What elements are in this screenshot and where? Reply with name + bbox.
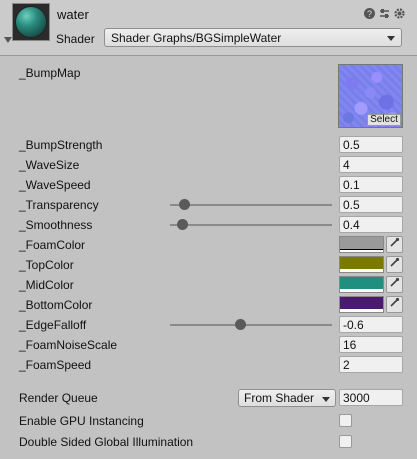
foam-noise-scale-label: _FoamNoiseScale (19, 338, 118, 352)
help-icon[interactable]: ? (363, 7, 376, 20)
wave-size-label: _WaveSize (19, 158, 80, 172)
double-sided-gi-checkbox[interactable] (339, 435, 352, 448)
bumpmap-label: _BumpMap (19, 66, 81, 80)
material-name: water (57, 7, 89, 22)
foam-speed-field[interactable]: 2 (339, 356, 403, 373)
wave-size-field[interactable]: 4 (339, 156, 403, 173)
top-color-swatch[interactable] (339, 256, 384, 273)
render-queue-label: Render Queue (19, 391, 98, 405)
shader-dropdown[interactable]: Shader Graphs/BGSimpleWater (104, 28, 402, 47)
smoothness-slider-track[interactable] (170, 224, 332, 226)
bottom-color-label: _BottomColor (19, 298, 93, 312)
bump-strength-label: _BumpStrength (19, 138, 103, 152)
material-preview-sphere (15, 6, 47, 38)
bumpmap-select-button[interactable]: Select (367, 114, 401, 126)
top-color-label: _TopColor (19, 258, 74, 272)
gpu-instancing-label: Enable GPU Instancing (19, 414, 144, 428)
foam-speed-label: _FoamSpeed (19, 358, 92, 372)
chevron-down-icon (387, 36, 395, 41)
chevron-down-icon (322, 397, 330, 402)
smoothness-field[interactable]: 0.4 (339, 216, 403, 233)
render-queue-field[interactable]: 3000 (339, 389, 403, 406)
bump-strength-field[interactable]: 0.5 (339, 136, 403, 153)
transparency-field[interactable]: 0.5 (339, 196, 403, 213)
smoothness-slider-thumb[interactable] (176, 219, 188, 230)
edge-falloff-slider-thumb[interactable] (235, 319, 247, 330)
transparency-label: _Transparency (19, 198, 99, 212)
svg-text:?: ? (367, 9, 372, 19)
double-sided-gi-label: Double Sided Global Illumination (19, 435, 194, 449)
mid-color-label: _MidColor (19, 278, 74, 292)
smoothness-label: _Smoothness (19, 218, 93, 232)
foldout-arrow-icon[interactable] (4, 37, 12, 43)
render-queue-mode: From Shader (244, 391, 315, 405)
transparency-slider-thumb[interactable] (178, 199, 190, 210)
foam-color-swatch[interactable] (339, 236, 384, 253)
foam-color-label: _FoamColor (19, 238, 86, 252)
preset-icon[interactable] (378, 7, 391, 20)
bottom-color-swatch[interactable] (339, 296, 384, 313)
material-header: water ? Shader Shader Graphs/BGSimpleWat… (0, 0, 417, 56)
gpu-instancing-checkbox[interactable] (339, 414, 352, 427)
eyedropper-icon[interactable] (386, 236, 403, 253)
eyedropper-icon[interactable] (386, 256, 403, 273)
shader-dropdown-value: Shader Graphs/BGSimpleWater (111, 31, 282, 45)
edge-falloff-label: _EdgeFalloff (19, 318, 87, 332)
transparency-slider-track[interactable] (170, 204, 332, 206)
edge-falloff-field[interactable]: -0.6 (339, 316, 403, 333)
eyedropper-icon[interactable] (386, 276, 403, 293)
shader-label: Shader (56, 32, 95, 46)
bumpmap-texture-slot[interactable]: Select (338, 64, 403, 128)
eyedropper-icon[interactable] (386, 296, 403, 313)
mid-color-swatch[interactable] (339, 276, 384, 293)
wave-speed-label: _WaveSpeed (19, 178, 91, 192)
render-queue-dropdown[interactable]: From Shader (238, 389, 336, 407)
settings-icon[interactable] (393, 7, 406, 20)
wave-speed-field[interactable]: 0.1 (339, 176, 403, 193)
foam-noise-scale-field[interactable]: 16 (339, 336, 403, 353)
edge-falloff-slider-track[interactable] (170, 324, 332, 326)
